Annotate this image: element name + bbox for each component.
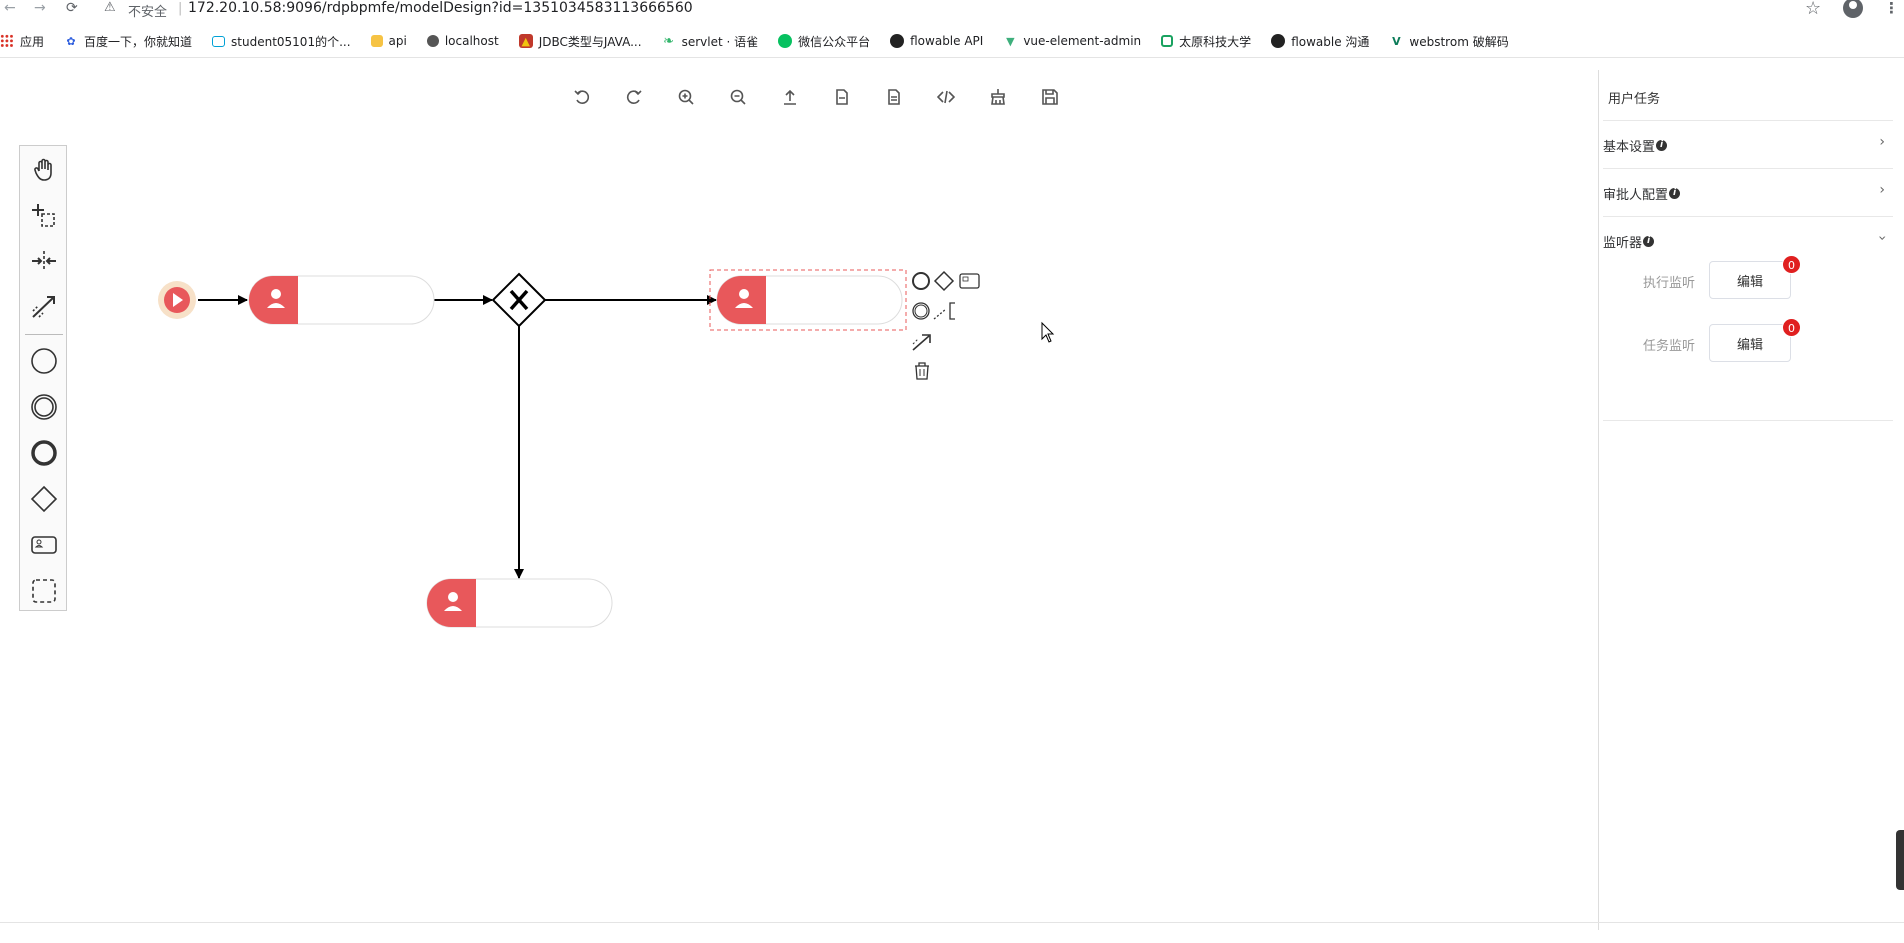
bookmark-wechat[interactable]: 微信公众平台	[778, 33, 870, 50]
url-field[interactable]: 172.20.10.58:9096/rdpbpmfe/modelDesign?i…	[188, 0, 693, 17]
bookmark-label: student05101的个...	[231, 34, 351, 49]
apps-grid-icon	[0, 34, 14, 48]
bookmark-label: vue-element-admin	[1023, 34, 1142, 48]
exclusive-gateway[interactable]	[491, 272, 547, 328]
bottom-divider	[0, 922, 1904, 923]
security-label[interactable]: 不安全	[128, 1, 167, 20]
address-bar: ← → ⟳ ⚠ 不安全 | 172.20.10.58:9096/rdpbpmfe…	[0, 0, 1904, 20]
bilibili-icon	[212, 35, 226, 47]
delete-trash-icon[interactable]	[915, 362, 929, 380]
bookmark-star-icon[interactable]: ☆	[1805, 0, 1821, 19]
bookmark-servlet[interactable]: ❧ servlet · 语雀	[662, 33, 759, 50]
append-gateway-icon[interactable]	[933, 270, 955, 292]
listener-count-badge: 0	[1782, 318, 1801, 337]
address-separator: |	[178, 1, 183, 16]
listener-count-badge: 0	[1782, 255, 1801, 274]
bpmn-canvas[interactable]	[0, 58, 1598, 918]
bookmark-label: flowable 沟通	[1291, 34, 1370, 49]
bpmn-diagram[interactable]	[0, 58, 1598, 918]
append-end-event-icon[interactable]	[912, 272, 930, 290]
bookmarks-bar: 应用 ✿ 百度一下，你就知道 student05101的个... api loc…	[0, 31, 1529, 51]
folder-icon	[370, 35, 383, 47]
baidu-icon: ✿	[66, 34, 76, 48]
panel-divider	[1603, 420, 1893, 421]
bookmark-bilibili[interactable]: student05101的个...	[212, 33, 351, 50]
bookmark-tyust[interactable]: 太原科技大学	[1161, 33, 1251, 50]
execution-listener-row: 执行监听 编辑 0	[1643, 255, 1883, 301]
section-label: 审批人配置	[1603, 188, 1669, 203]
github-icon	[890, 34, 905, 48]
append-text-annotation-icon[interactable]	[933, 302, 955, 320]
jdbc-icon: ▲	[518, 34, 533, 48]
bookmark-label: servlet · 语雀	[681, 34, 759, 49]
info-icon: i	[1669, 188, 1681, 199]
v-icon: V	[1392, 34, 1401, 48]
bookmark-flowable-api[interactable]: flowable API	[890, 34, 983, 48]
edit-execution-listener-button[interactable]: 编辑	[1709, 261, 1791, 299]
section-basic-settings[interactable]: 基本设置 i ›	[1603, 120, 1893, 168]
chevron-right-icon[interactable]: ›	[1879, 182, 1885, 198]
task-listener-row: 任务监听 编辑 0	[1643, 318, 1883, 364]
append-task-icon[interactable]	[959, 273, 980, 289]
bookmark-webstorm[interactable]: V webstrom 破解码	[1389, 33, 1509, 50]
user-task-2-selected[interactable]	[709, 269, 907, 331]
info-icon: i	[1643, 236, 1655, 247]
bookmark-localhost[interactable]: localhost	[426, 34, 499, 48]
panel-title: 用户任务	[1608, 92, 1661, 107]
bookmark-label: api	[388, 34, 407, 48]
section-label: 监听器	[1603, 236, 1643, 251]
yuque-icon: ❧	[663, 33, 675, 49]
bookmark-label: localhost	[444, 34, 499, 48]
bookmark-vue-element-admin[interactable]: ▼ vue-element-admin	[1003, 34, 1141, 48]
bookmark-label: flowable API	[910, 34, 984, 48]
section-label: 基本设置	[1603, 140, 1656, 155]
listener-label: 任务监听	[1643, 339, 1696, 354]
bookmark-label: 微信公众平台	[798, 34, 871, 49]
vue-icon: ▼	[1006, 34, 1015, 48]
connect-icon[interactable]	[912, 334, 931, 351]
bookmark-baidu[interactable]: ✿ 百度一下，你就知道	[64, 33, 192, 50]
listener-label: 执行监听	[1643, 276, 1696, 291]
school-icon	[1161, 35, 1174, 47]
bookmark-label: JDBC类型与JAVA...	[538, 34, 642, 49]
start-event[interactable]	[158, 281, 196, 319]
globe-icon	[426, 35, 439, 47]
bookmark-apps[interactable]: 应用	[0, 33, 44, 50]
bookmark-label: 太原科技大学	[1179, 34, 1252, 49]
bookmark-api[interactable]: api	[370, 34, 407, 48]
properties-panel: 用户任务 基本设置 i › 审批人配置 i › 监听器 i › 执行监听 编辑 0 任…	[1598, 70, 1904, 930]
chevron-down-icon[interactable]: ›	[1874, 235, 1890, 241]
browser-menu-icon[interactable]: ⋮	[1884, 0, 1899, 17]
panel-scroll-handle[interactable]	[1896, 830, 1904, 890]
warning-icon[interactable]: ⚠	[104, 0, 116, 16]
mouse-cursor-icon	[1041, 321, 1055, 343]
section-listeners[interactable]: 监听器 i › 执行监听 编辑 0 任务监听 编辑 0	[1603, 216, 1893, 420]
wechat-icon	[778, 34, 793, 48]
bookmark-label: 百度一下，你就知道	[84, 34, 193, 49]
user-task-1[interactable]	[248, 275, 435, 325]
bookmark-flowable-chat[interactable]: flowable 沟通	[1271, 33, 1369, 50]
append-intermediate-event-icon[interactable]	[912, 302, 930, 320]
info-icon: i	[1656, 140, 1668, 151]
user-task-3[interactable]	[426, 578, 613, 628]
back-button[interactable]: ←	[4, 0, 16, 16]
github-icon	[1271, 34, 1286, 48]
bookmark-jdbc[interactable]: ▲ JDBC类型与JAVA...	[518, 33, 642, 50]
section-approver-config[interactable]: 审批人配置 i ›	[1603, 168, 1893, 216]
bookmark-label: webstrom 破解码	[1409, 34, 1509, 49]
bookmark-label: 应用	[20, 34, 45, 49]
reload-button[interactable]: ⟳	[66, 0, 78, 16]
context-pad	[912, 270, 980, 380]
edit-task-listener-button[interactable]: 编辑	[1709, 324, 1791, 362]
profile-avatar-icon[interactable]	[1843, 0, 1863, 18]
forward-button[interactable]: →	[34, 0, 46, 16]
chevron-right-icon[interactable]: ›	[1879, 134, 1885, 150]
